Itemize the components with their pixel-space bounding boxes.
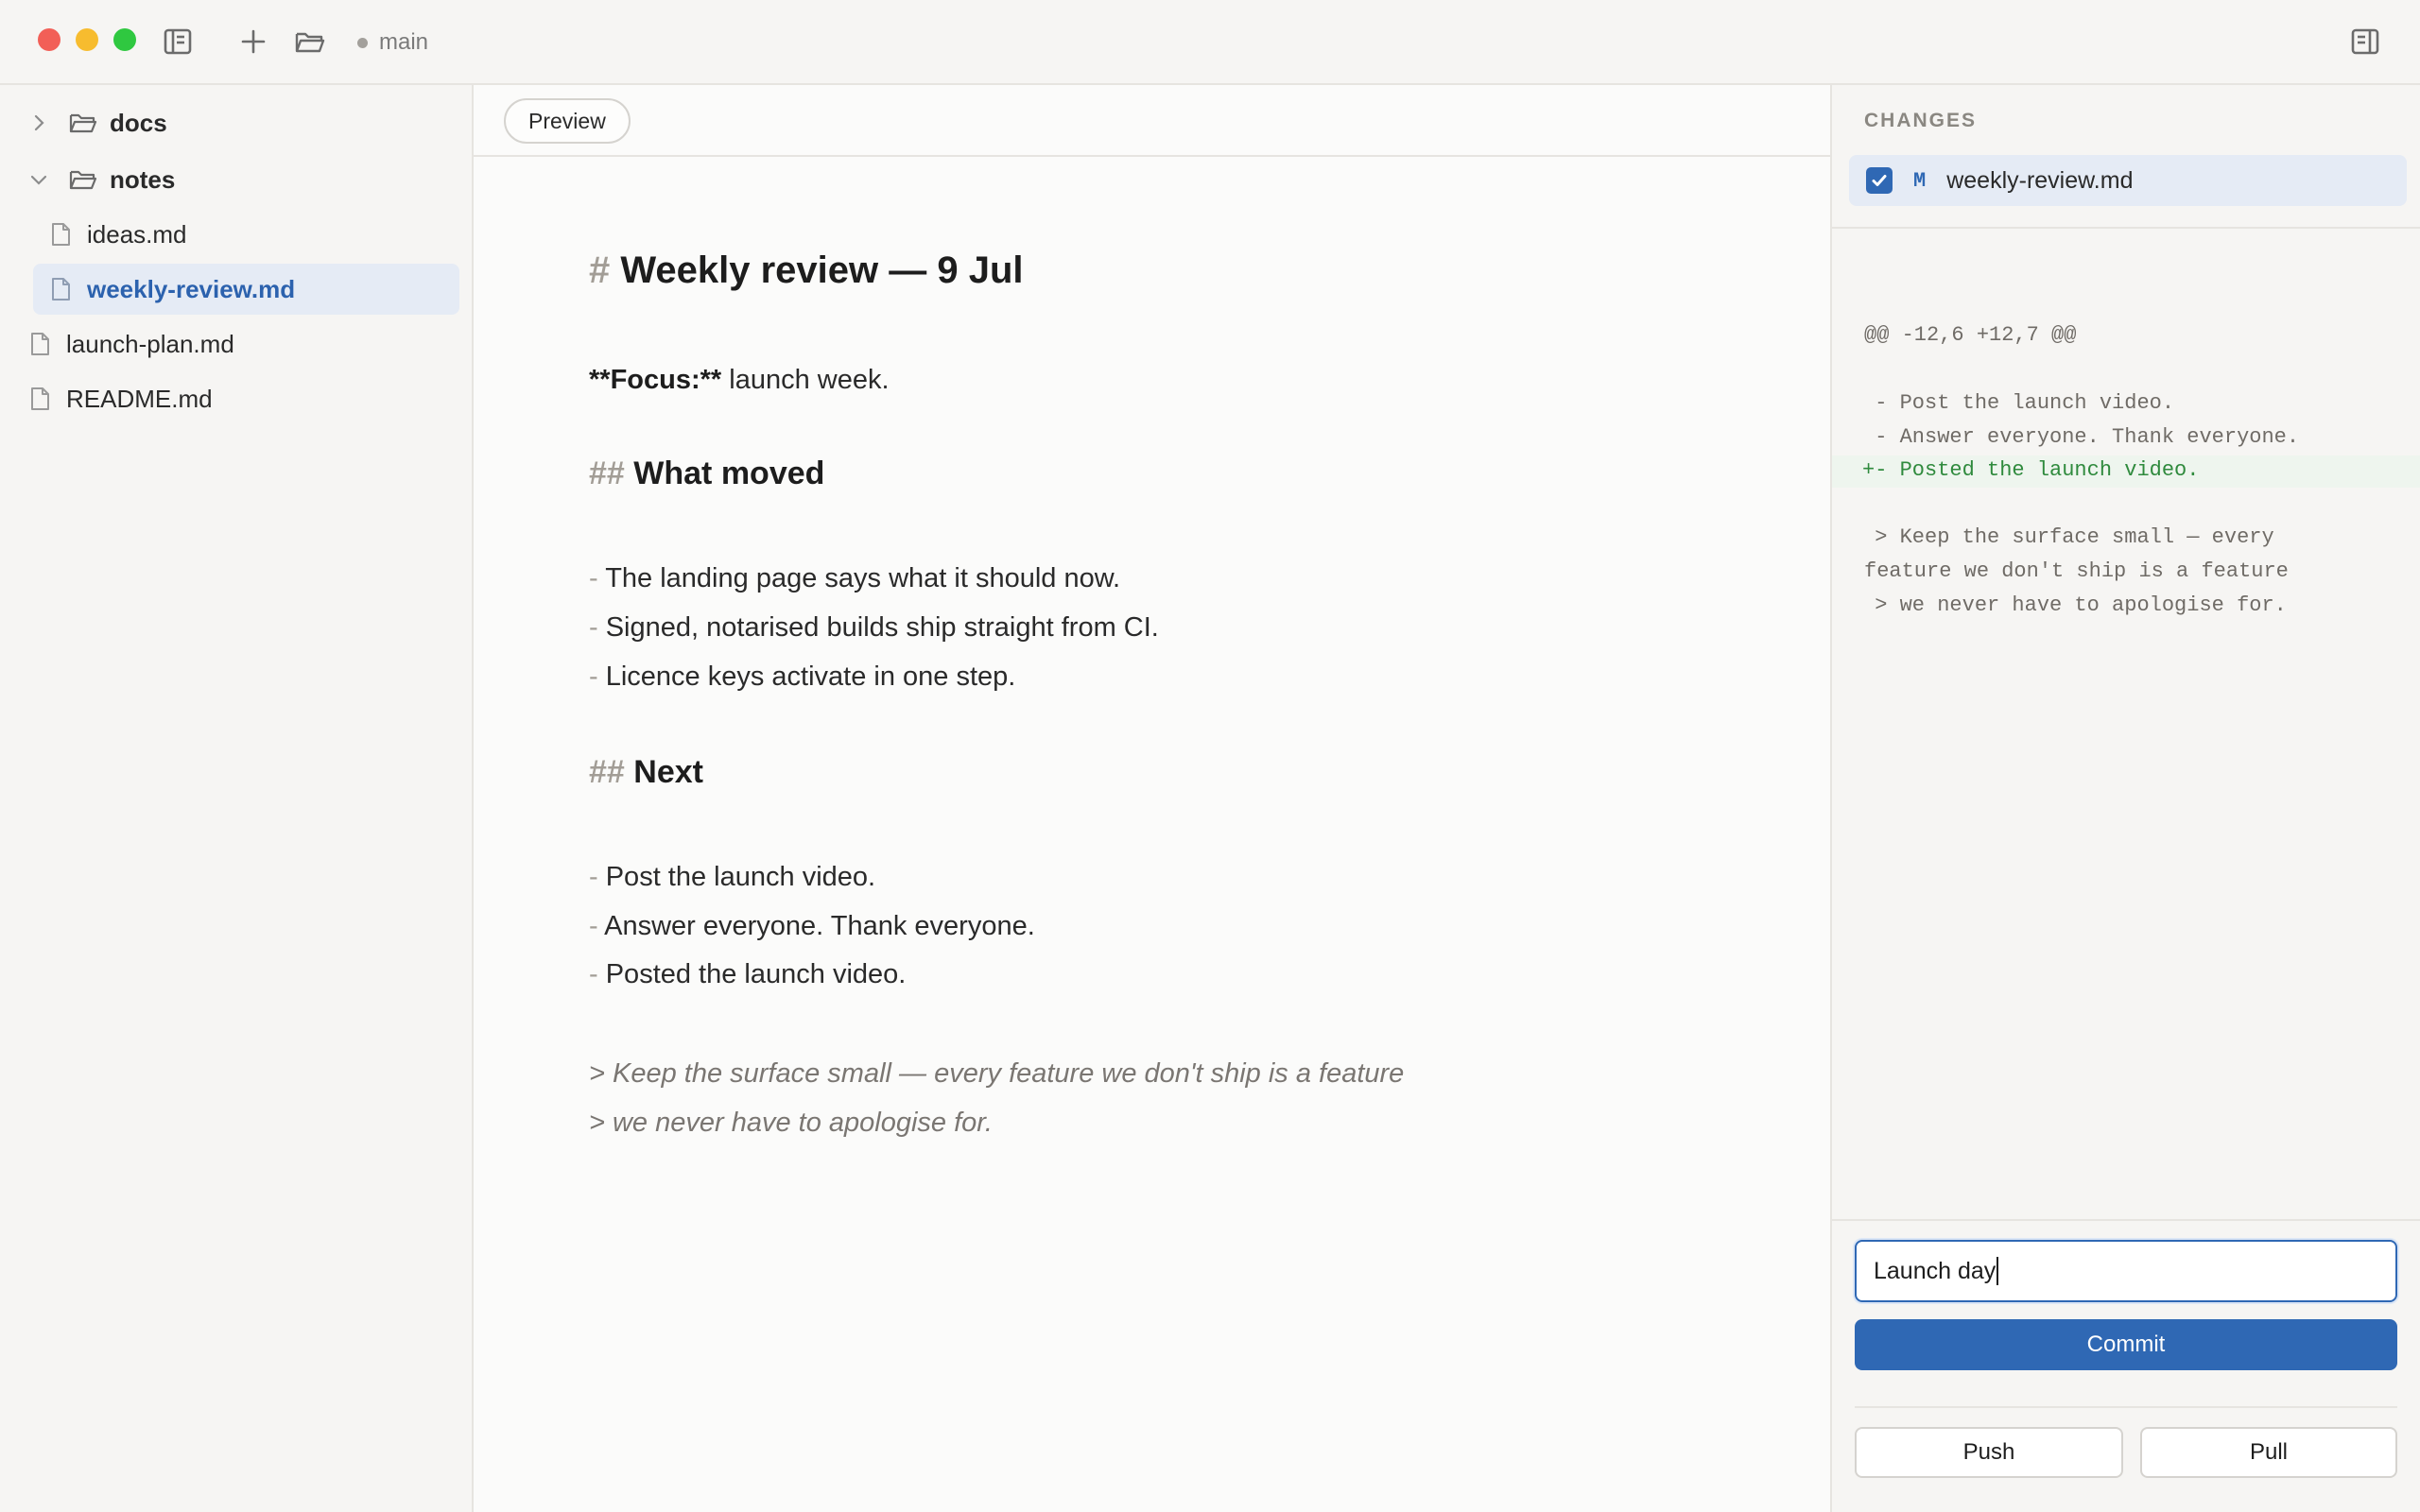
new-file-icon[interactable] xyxy=(236,25,270,59)
changes-title: CHANGES xyxy=(1864,110,1978,131)
diff-context-line: - Answer everyone. Thank everyone. xyxy=(1862,425,2300,449)
divider xyxy=(1855,1406,2397,1408)
heading-marker: ## xyxy=(589,754,625,790)
push-button[interactable]: Push xyxy=(1855,1427,2123,1478)
diff-hunk-header: @@ -12,6 +12,7 @@ xyxy=(1864,323,2077,347)
tree-folder-notes[interactable]: notes xyxy=(28,154,175,205)
tree-item-label: README.md xyxy=(66,384,213,413)
heading-1[interactable]: # Weekly review — 9 Jul xyxy=(589,249,1024,292)
branch-indicator[interactable]: main xyxy=(357,28,428,57)
tree-item-label: notes xyxy=(110,164,176,194)
commit-message-text: Launch day xyxy=(1874,1257,1996,1284)
list-item[interactable]: - The landing page says what it should n… xyxy=(589,563,1120,594)
minimize-window-button[interactable] xyxy=(76,28,98,51)
heading-text: What moved xyxy=(633,455,825,491)
blockquote-line[interactable]: > we never have to apologise for. xyxy=(589,1108,993,1139)
heading-marker: # xyxy=(589,249,611,291)
list-item[interactable]: - Answer everyone. Thank everyone. xyxy=(589,911,1035,942)
zoom-window-button[interactable] xyxy=(113,28,136,51)
bullet-marker: - xyxy=(589,662,606,692)
list-item[interactable]: - Post the launch video. xyxy=(589,862,875,893)
diff-added-line: +- Posted the launch video. xyxy=(1832,455,2420,488)
focus-text: launch week. xyxy=(721,365,890,395)
list-item-text: Licence keys activate in one step. xyxy=(605,662,1016,692)
blockquote-line[interactable]: > Keep the surface small — every feature… xyxy=(589,1058,1404,1090)
chevron-down-icon[interactable] xyxy=(28,169,49,190)
text-caret xyxy=(1996,1257,1999,1285)
list-item[interactable]: - Licence keys activate in one step. xyxy=(589,662,1015,693)
bullet-marker: - xyxy=(589,612,606,643)
file-icon xyxy=(47,276,74,302)
changes-panel: CHANGES M weekly-review.md @@ -12,6 +12,… xyxy=(1830,85,2420,1512)
pull-button[interactable]: Pull xyxy=(2140,1427,2397,1478)
stage-checkbox[interactable] xyxy=(1866,167,1893,194)
checkmark-icon xyxy=(1872,175,1887,186)
divider xyxy=(1832,227,2420,229)
bullet-marker: - xyxy=(589,862,606,892)
file-icon xyxy=(26,386,53,412)
changed-file-row[interactable]: M weekly-review.md xyxy=(1849,155,2407,206)
folder-open-icon xyxy=(68,164,98,195)
focus-line[interactable]: **Focus:** launch week. xyxy=(589,365,890,396)
branch-dot-icon xyxy=(357,37,368,48)
heading-text: Weekly review — 9 Jul xyxy=(620,249,1024,291)
tree-folder-docs[interactable]: docs xyxy=(28,97,167,148)
tree-file-readme[interactable]: README.md xyxy=(26,373,213,424)
heading-what-moved[interactable]: ## What moved xyxy=(589,455,824,492)
chevron-right-icon[interactable] xyxy=(28,112,49,133)
folder-icon xyxy=(68,108,98,138)
preview-button[interactable]: Preview xyxy=(504,98,631,144)
list-item-text: Signed, notarised builds ship straight f… xyxy=(605,612,1159,643)
tree-file-launch-plan[interactable]: launch-plan.md xyxy=(26,318,234,369)
modified-status-badge: M xyxy=(1913,168,1927,193)
commit-button[interactable]: Commit xyxy=(1855,1319,2397,1370)
branch-name: main xyxy=(379,29,429,55)
diff-added-text: +- Posted the launch video. xyxy=(1862,458,2200,482)
sidebar-toggle-icon[interactable] xyxy=(161,25,195,59)
list-item-text: Post the launch video. xyxy=(605,862,876,892)
close-window-button[interactable] xyxy=(38,28,60,51)
divider xyxy=(1832,1219,2420,1221)
heading-next[interactable]: ## Next xyxy=(589,754,703,791)
heading-text: Next xyxy=(633,754,703,790)
changed-file-name: weekly-review.md xyxy=(1946,166,2134,194)
diff-context-line: > we never have to apologise for. xyxy=(1862,593,2287,617)
tree-file-weekly-review[interactable]: weekly-review.md xyxy=(33,264,459,315)
bullet-marker: - xyxy=(589,959,606,989)
diff-context-line: feature we don't ship is a feature xyxy=(1864,559,2289,583)
file-tree-sidebar: docs notes ideas.md weekly-review.md lau… xyxy=(0,85,474,1512)
right-panel-toggle-icon[interactable] xyxy=(2348,25,2382,59)
list-item-text: Answer everyone. Thank everyone. xyxy=(604,911,1035,941)
file-icon xyxy=(26,331,53,357)
list-item[interactable]: - Signed, notarised builds ship straight… xyxy=(589,612,1159,644)
editor-toolbar: Preview xyxy=(474,85,1830,157)
title-bar: main xyxy=(0,0,2420,85)
file-icon xyxy=(47,221,74,248)
list-item-text: The landing page says what it should now… xyxy=(605,563,1121,593)
tree-item-label: ideas.md xyxy=(87,219,187,249)
bullet-marker: - xyxy=(589,911,605,941)
commit-message-input[interactable]: Launch day xyxy=(1855,1240,2397,1302)
tree-item-label: weekly-review.md xyxy=(87,274,296,303)
focus-bold-text: **Focus:** xyxy=(589,365,722,395)
diff-context-line: - Post the launch video. xyxy=(1862,391,2175,415)
tree-item-label: launch-plan.md xyxy=(66,329,234,358)
diff-context-line: > Keep the surface small — every xyxy=(1862,525,2274,549)
tree-item-label: docs xyxy=(110,108,167,137)
list-item-text: Posted the launch video. xyxy=(605,959,907,989)
bullet-marker: - xyxy=(589,563,606,593)
list-item[interactable]: - Posted the launch video. xyxy=(589,959,906,990)
heading-marker: ## xyxy=(589,455,625,491)
tree-file-ideas[interactable]: ideas.md xyxy=(47,209,187,260)
open-folder-icon[interactable] xyxy=(293,25,327,59)
